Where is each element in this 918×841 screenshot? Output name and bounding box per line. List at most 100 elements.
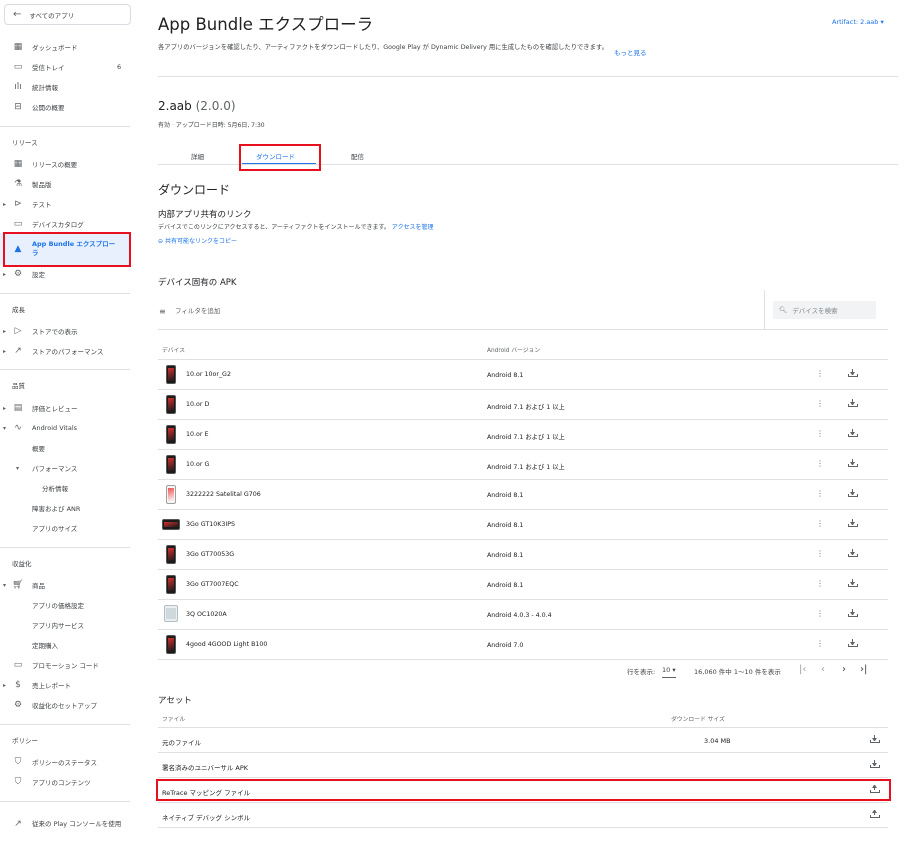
rows-per-page-select[interactable]: 10 ▾ bbox=[662, 666, 676, 678]
sidebar-item-ratings[interactable]: ▸ ▤ 評価とレビュー bbox=[0, 399, 134, 417]
sidebar-item-store-performance[interactable]: ▸ ↗ ストアのパフォーマンス bbox=[0, 342, 134, 360]
more-vert-icon[interactable]: ⋮ bbox=[816, 369, 824, 378]
sidebar-item-store-presence[interactable]: ▸ ▷ ストアでの表示 bbox=[0, 322, 134, 340]
sidebar-item-products[interactable]: ▾ 🛒︎ 商品 bbox=[0, 576, 134, 594]
download-icon[interactable] bbox=[848, 639, 858, 650]
sidebar-item-promo-codes[interactable]: ▭ プロモーション コード bbox=[0, 656, 134, 674]
prev-page-icon[interactable]: ‹ bbox=[821, 664, 825, 675]
download-icon[interactable] bbox=[848, 399, 858, 410]
assets-heading: アセット bbox=[158, 696, 192, 706]
chevron-down-icon: ▾ bbox=[3, 424, 7, 432]
more-vert-icon[interactable]: ⋮ bbox=[816, 399, 824, 408]
filter-bar: ≡ フィルタを追加 🔍︎ デバイスを検索 bbox=[158, 290, 888, 330]
download-icon[interactable] bbox=[870, 760, 880, 771]
sidebar-item-dashboard[interactable]: ▦ ダッシュボード bbox=[0, 38, 134, 56]
trending-icon: ↗ bbox=[14, 819, 22, 829]
more-vert-icon[interactable]: ⋮ bbox=[816, 429, 824, 438]
download-icon[interactable] bbox=[848, 519, 858, 530]
asset-name: ネイティブ デバッグ シンボル bbox=[162, 814, 251, 822]
sidebar-item-settings[interactable]: ▸ ⚙ 設定 bbox=[0, 265, 134, 283]
device-search-input[interactable]: 🔍︎ デバイスを検索 bbox=[773, 301, 876, 319]
device-name: 10.or G bbox=[186, 461, 210, 468]
table-row: 10.or 10or_G2 Android 8.1 ⋮ bbox=[158, 360, 888, 390]
sidebar-item-app-content[interactable]: ⛉ アプリのコンテンツ bbox=[0, 773, 134, 791]
manage-access-link[interactable]: アクセスを管理 bbox=[392, 224, 434, 231]
table-row: ネイティブ デバッグ シンボル bbox=[158, 803, 888, 828]
device-name: 3Go GT7007EQC bbox=[186, 581, 239, 588]
table-row: 3Go GT10K3IPS Android 8.1 ⋮ bbox=[158, 510, 888, 540]
chevron-right-icon: ▸ bbox=[3, 347, 7, 355]
sidebar-item-monetization-setup[interactable]: ⚙ 収益化のセットアップ bbox=[0, 696, 134, 714]
sidebar-item-vitals-overview[interactable]: 概要 bbox=[0, 439, 134, 457]
add-filter-button[interactable]: フィルタを追加 bbox=[175, 305, 220, 315]
divider bbox=[764, 290, 765, 330]
sidebar-item-crashes[interactable]: 障害および ANR bbox=[0, 499, 134, 517]
download-icon[interactable] bbox=[848, 459, 858, 470]
sidebar-item-policy-status[interactable]: ⛉ ポリシーのステータス bbox=[0, 753, 134, 771]
legacy-console-link[interactable]: ↗ 従来の Play コンソールを使用 bbox=[0, 813, 134, 835]
trending-icon: ↗ bbox=[14, 346, 22, 356]
chevron-right-icon: ▸ bbox=[3, 270, 7, 278]
more-vert-icon[interactable]: ⋮ bbox=[816, 549, 824, 558]
download-icon[interactable] bbox=[848, 609, 858, 620]
device-name: 3222222 Satelital G706 bbox=[186, 491, 261, 498]
page-title: App Bundle エクスプローラ bbox=[158, 15, 374, 34]
download-icon[interactable] bbox=[848, 429, 858, 440]
sidebar-item-sales-report[interactable]: ▸ $ 売上レポート bbox=[0, 676, 134, 694]
download-icon[interactable] bbox=[848, 579, 858, 590]
sidebar-item-publishing[interactable]: ⊟ 公開の概要 bbox=[0, 98, 134, 116]
artifact-selector[interactable]: Artifact: 2.aab ▾ bbox=[832, 18, 884, 26]
rows-per-page-label: 行を表示: bbox=[627, 668, 656, 676]
sidebar-item-app-pricing[interactable]: アプリの価格設定 bbox=[0, 596, 134, 614]
download-icon[interactable] bbox=[848, 369, 858, 380]
sidebar-item-app-size[interactable]: アプリのサイズ bbox=[0, 519, 134, 537]
sidebar-item-statistics[interactable]: ılı 統計情報 bbox=[0, 78, 134, 96]
sidebar-item-testing[interactable]: ▸ ⊳ テスト bbox=[0, 195, 134, 213]
learn-more-link[interactable]: もっと見る bbox=[614, 47, 647, 57]
first-page-icon[interactable]: |‹ bbox=[799, 664, 806, 675]
android-version: Android 8.1 bbox=[487, 372, 524, 379]
download-icon[interactable] bbox=[848, 489, 858, 500]
sidebar-item-subscriptions[interactable]: 定期購入 bbox=[0, 636, 134, 654]
chevron-right-icon: ▸ bbox=[3, 327, 7, 335]
upload-icon[interactable] bbox=[870, 810, 880, 821]
grid-icon: ▦ bbox=[13, 159, 23, 169]
last-page-icon[interactable]: ›| bbox=[860, 664, 867, 675]
more-vert-icon[interactable]: ⋮ bbox=[816, 489, 824, 498]
more-vert-icon[interactable]: ⋮ bbox=[816, 609, 824, 618]
flask-icon: ⚗ bbox=[13, 179, 23, 189]
sidebar-item-in-app-products[interactable]: アプリ内サービス bbox=[0, 616, 134, 634]
sidebar-item-production[interactable]: ⚗ 製品版 bbox=[0, 175, 134, 193]
tab-delivery[interactable]: 配信 bbox=[351, 151, 364, 161]
sidebar-item-device-catalog[interactable]: ▭ デバイスカタログ bbox=[0, 215, 134, 233]
section-quality: 品質 bbox=[12, 382, 25, 390]
android-version: Android 7.0 bbox=[487, 642, 524, 649]
column-header-device: デバイス bbox=[162, 348, 186, 354]
more-vert-icon[interactable]: ⋮ bbox=[816, 459, 824, 468]
gear-icon: ⚙ bbox=[13, 269, 23, 279]
sidebar-item-performance[interactable]: ▾ パフォーマンス bbox=[0, 459, 134, 477]
download-icon[interactable] bbox=[870, 735, 880, 746]
device-name: 10.or 10or_G2 bbox=[186, 371, 231, 378]
upload-date: アップロード日時: 5月6日, 7:30 bbox=[175, 122, 265, 129]
sidebar-item-android-vitals[interactable]: ▾ ∿ Android Vitals bbox=[0, 419, 134, 437]
tab-details[interactable]: 詳細 bbox=[191, 151, 204, 161]
column-header-file: ファイル bbox=[162, 717, 186, 723]
device-image bbox=[166, 575, 176, 594]
table-row: 署名済みのユニバーサル APK bbox=[158, 753, 888, 778]
more-vert-icon[interactable]: ⋮ bbox=[816, 639, 824, 648]
download-icon[interactable] bbox=[848, 549, 858, 560]
sidebar-item-insights[interactable]: 分析情報 bbox=[0, 479, 134, 497]
next-page-icon[interactable]: › bbox=[842, 664, 846, 675]
more-vert-icon[interactable]: ⋮ bbox=[816, 579, 824, 588]
copy-link-button[interactable]: ⊖ 共有可能なリンクをコピー bbox=[158, 236, 237, 245]
sidebar-item-inbox[interactable]: ▭ 受信トレイ 6 bbox=[0, 58, 134, 76]
dropdown-icon: ▾ bbox=[672, 666, 676, 674]
sidebar-item-release-overview[interactable]: ▦ リリースの概要 bbox=[0, 155, 134, 173]
gear-icon: ⚙ bbox=[13, 700, 23, 710]
section-policy: ポリシー bbox=[12, 737, 38, 745]
all-apps-button[interactable]: ← すべてのアプリ bbox=[4, 4, 131, 25]
device-image bbox=[166, 425, 176, 444]
divider bbox=[0, 724, 130, 725]
more-vert-icon[interactable]: ⋮ bbox=[816, 519, 824, 528]
